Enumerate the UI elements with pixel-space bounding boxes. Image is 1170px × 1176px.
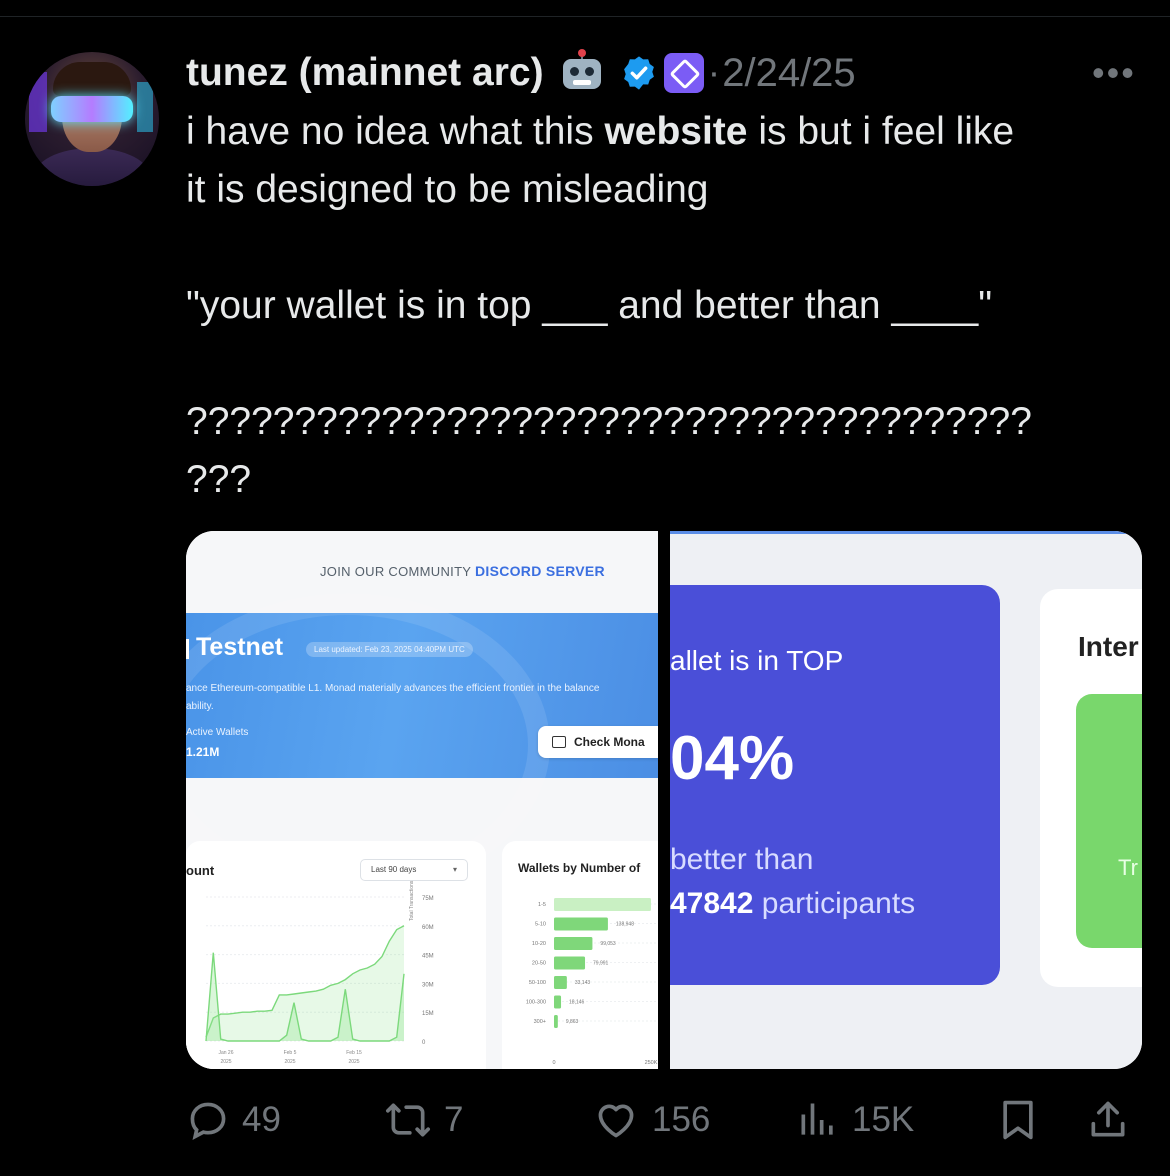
active-wallets-label: Active Wallets (186, 727, 249, 738)
bar (554, 1015, 558, 1028)
bar-category-label: 100-300 (526, 1000, 546, 1006)
bar (554, 995, 562, 1009)
views-icon (801, 1103, 833, 1135)
ranking-percent: 04% (670, 724, 795, 793)
last-updated-badge: Last updated: Feb 23, 2025 04:40PM UTC (306, 642, 473, 657)
tweet-text-line-2: it is designed to be misleading (186, 168, 709, 211)
bar (554, 898, 651, 911)
reply-button[interactable]: 49 (186, 1092, 281, 1148)
avatar-visor (51, 96, 133, 122)
x-tick-label: Jan 26 (218, 1050, 233, 1056)
media-left-screenshot: JOIN OUR COMMUNITY DISCORD SERVER Testne… (186, 531, 658, 1069)
ranking-top-text: allet is in TOP (670, 645, 844, 676)
bar-category-label: 5-10 (535, 922, 546, 928)
reply-icon (190, 1102, 226, 1140)
bookmark-icon (1003, 1100, 1033, 1140)
share-button[interactable] (1086, 1092, 1130, 1148)
like-button[interactable]: 156 (592, 1092, 710, 1148)
bar-data-label: 33,143 (575, 980, 591, 986)
bar-data-label: 99,053 (600, 941, 616, 947)
bar-category-label: 50-100 (529, 980, 546, 986)
x-tick-label: Feb 15 (346, 1050, 362, 1056)
interaction-title: Inter (1078, 631, 1139, 662)
bar (554, 956, 586, 970)
testnet-title: Testnet (186, 633, 283, 662)
tweet-date[interactable]: 2/24/25 (722, 51, 855, 96)
media-right-screenshot: allet is in TOP 04% better than 47842 pa… (670, 531, 1142, 1069)
tweet-text-line-1: i have no idea what this website is but … (186, 110, 1015, 153)
transactions-chart-card: ount Last 90 days 75M60M45M30M15M0Total … (186, 841, 486, 1069)
y-tick-label: 45M (422, 954, 434, 960)
green-card-text: Tr (1118, 855, 1138, 880)
x-tick-label-year: 2025 (348, 1059, 359, 1065)
y-tick-label: 0 (422, 1040, 426, 1046)
views-button[interactable]: 15K (796, 1092, 914, 1148)
avatar-neon-left (29, 72, 47, 132)
x-tick-label: Feb 5 (284, 1050, 297, 1056)
reply-count: 49 (242, 1100, 281, 1139)
like-count: 156 (652, 1100, 711, 1139)
wallets-chart-card: Wallets by Number of 1-5 5-10 138,948 10-20… (502, 841, 658, 1069)
y-tick-label: 15M (422, 1011, 434, 1017)
more-options-icon[interactable]: ••• (1092, 52, 1136, 94)
check-wallet-button[interactable]: Check Mona (538, 726, 658, 758)
y-tick-label: 60M (422, 925, 434, 931)
better-than-text: better than (670, 843, 814, 876)
y-tick-label: 30M (422, 982, 434, 988)
bar-category-label: 10-20 (532, 941, 546, 947)
participants-text: 47842 participants (670, 887, 916, 920)
action-bar: 49 7 156 15K (0, 1092, 1170, 1152)
bar-data-label: 138,948 (616, 922, 634, 928)
discord-link[interactable]: DISCORD SERVER (475, 563, 605, 579)
bar-data-label: 79,991 (593, 961, 609, 967)
testnet-description: ance Ethereum-compatible L1. Monad mater… (186, 683, 600, 694)
right-top-bar (670, 531, 1142, 534)
avatar-hair (53, 62, 131, 96)
share-icon (1091, 1101, 1125, 1137)
wallets-bar-chart: 1-5 5-10 138,948 10-20 99,053 20-50 79,991 50-1… (526, 898, 658, 1066)
wallet-icon (552, 736, 566, 748)
display-name[interactable]: tunez (mainnet arc) (186, 51, 544, 95)
repost-count: 7 (444, 1100, 464, 1139)
repost-icon (386, 1103, 430, 1137)
separator-dot: · (707, 51, 721, 94)
tweet-header: tunez (mainnet arc) · 2/24/25 (186, 46, 856, 100)
bar-category-label: 300+ (534, 1019, 546, 1025)
bar-category-label: 1-5 (538, 902, 546, 908)
bar-data-label: 9,863 (566, 1019, 579, 1025)
x-tick-label: 0 (552, 1060, 555, 1066)
bar-category-label: 20-50 (532, 961, 546, 967)
x-tick-label-year: 2025 (220, 1059, 231, 1065)
community-banner: JOIN OUR COMMUNITY DISCORD SERVER (320, 563, 605, 579)
bar-data-label: 18,146 (569, 1000, 585, 1006)
avatar-body (33, 148, 151, 186)
affiliation-badge-icon[interactable] (663, 53, 704, 93)
views-count: 15K (852, 1100, 915, 1139)
robot-emoji-icon (558, 49, 606, 97)
testnet-description-2: ability. (186, 701, 214, 712)
image-divider (658, 531, 670, 1069)
repost-button[interactable]: 7 (384, 1092, 463, 1148)
top-divider (0, 16, 1170, 17)
avatar-neon-right (137, 82, 153, 132)
tweet-text-line-4: ??????????????????????????????????????? (186, 400, 1032, 443)
active-wallets-value: 1.21M (186, 745, 220, 759)
bar (554, 976, 567, 989)
bar (554, 917, 608, 931)
green-stat-card (1076, 694, 1142, 948)
tweet-text-line-5: ??? (186, 458, 252, 501)
tweet-media[interactable]: JOIN OUR COMMUNITY DISCORD SERVER Testne… (186, 531, 1142, 1069)
bar (554, 937, 593, 950)
y-axis-label: Total Transactions (409, 880, 415, 921)
heart-icon (598, 1104, 634, 1138)
transactions-chart: 75M 60M 45M 30M 15M 0 Total Transactions Jan 26… (205, 880, 434, 1065)
tweet-text-line-3: "your wallet is in top ___ and better th… (186, 284, 993, 327)
y-tick-label: 75M (422, 896, 434, 902)
verified-badge-icon[interactable] (620, 54, 658, 92)
x-tick-label: 250K (645, 1060, 658, 1066)
bookmark-button[interactable] (996, 1092, 1040, 1148)
avatar[interactable] (25, 52, 159, 186)
x-tick-label-year: 2025 (284, 1059, 295, 1065)
